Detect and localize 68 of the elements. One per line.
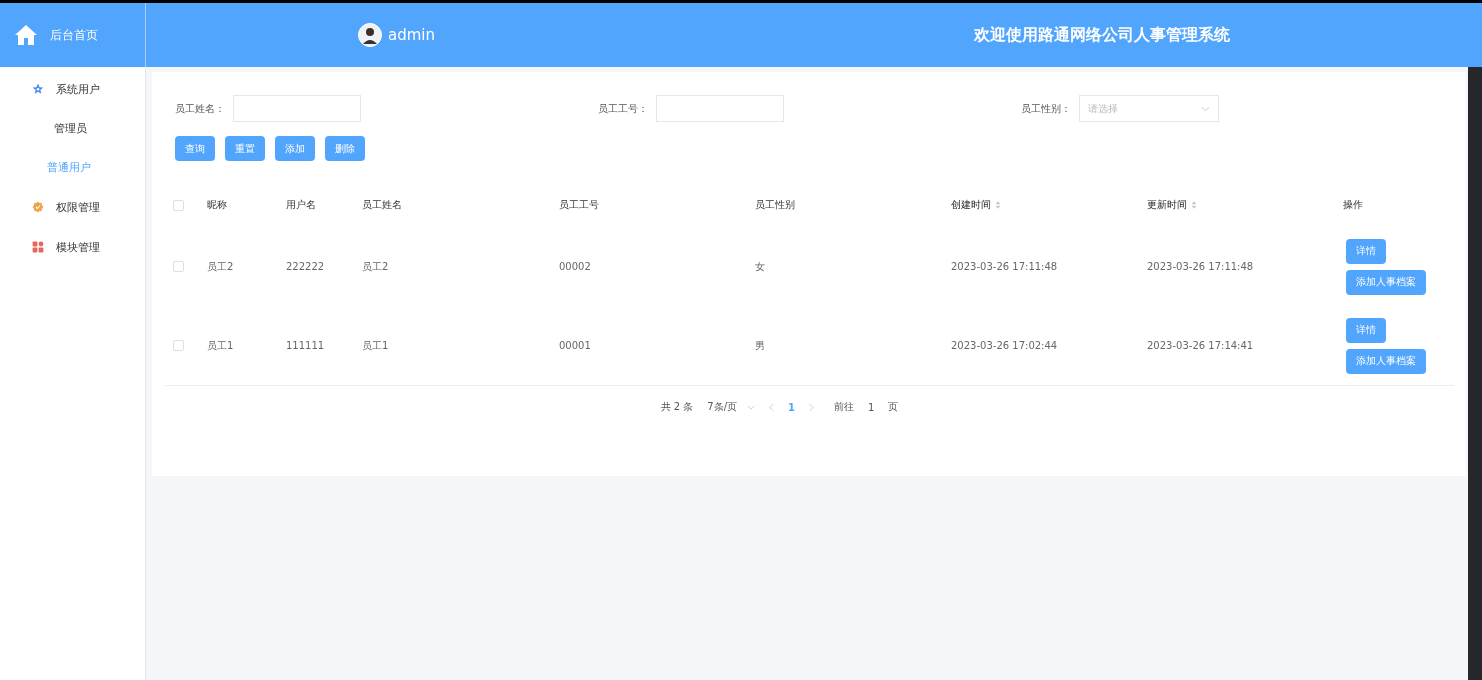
table-cell: 2023-03-26 17:11:48 [1147,261,1254,272]
menu-label: 系统用户 [56,81,100,97]
page-size-select[interactable]: 7条/页 [707,400,756,414]
filter-label: 员工工号： [598,101,649,116]
table-cell: 员工2 [362,259,389,274]
column-header: 昵称 [207,198,227,212]
table-cell: 111111 [286,340,325,351]
system-title: 欢迎使用路通网络公司人事管理系统 [974,24,1230,46]
column-header[interactable]: 更新时间 [1147,198,1187,212]
avatar-icon[interactable] [358,23,382,47]
table-cell: 00002 [559,261,591,272]
row-action-button[interactable]: 详情 [1346,317,1386,343]
menu-item[interactable]: 系统用户 [0,69,145,109]
table-cell: 员工1 [207,338,234,353]
menu-label: 权限管理 [56,199,100,215]
checkbox[interactable] [173,340,184,351]
action-button[interactable]: 查询 [175,136,215,161]
table-cell: 00001 [559,340,591,351]
sort-icon[interactable] [995,200,1001,210]
chevron-down-icon [747,404,756,410]
page-suffix: 页 [888,400,899,414]
grid-icon [32,241,44,253]
checkbox[interactable] [173,199,184,211]
column-header: 操作 [1343,198,1363,212]
home-icon[interactable] [14,24,38,46]
table-cell: 员工1 [362,338,389,353]
table-cell: 员工2 [207,259,234,274]
badge-icon [32,201,44,213]
table-cell: 男 [755,338,765,353]
checkbox[interactable] [173,261,184,272]
page-number[interactable]: 1 [788,401,796,413]
menu-item[interactable]: 权限管理 [0,187,145,227]
menu-label: 模块管理 [56,239,100,255]
total-count: 共 2 条 [660,400,694,414]
input-field[interactable] [656,95,784,122]
next-page-icon[interactable] [809,402,815,412]
row-action-button[interactable]: 添加人事档案 [1346,348,1426,374]
row-action-button[interactable]: 详情 [1346,238,1386,264]
table-cell: 女 [755,259,765,274]
submenu-item[interactable]: 普通用户 [0,148,145,187]
goto-label: 前往 [834,400,855,414]
column-header[interactable]: 创建时间 [951,198,991,212]
table-cell: 2023-03-26 17:14:41 [1147,340,1254,351]
action-button[interactable]: 添加 [275,136,315,161]
filter-label: 员工性别： [1021,101,1072,116]
table-cell: 222222 [286,261,325,272]
select-field[interactable]: 请选择 [1079,95,1219,122]
input-field[interactable] [233,95,361,122]
row-action-button[interactable]: 添加人事档案 [1346,269,1426,295]
table-cell: 2023-03-26 17:02:44 [951,340,1058,351]
submenu-item[interactable]: 管理员 [0,109,145,148]
column-header: 员工姓名 [362,198,402,212]
page-input[interactable]: 1 [868,401,875,413]
menu-item[interactable]: 模块管理 [0,227,145,267]
table-cell: 2023-03-26 17:11:48 [951,261,1058,272]
action-button[interactable]: 重置 [225,136,265,161]
user-name[interactable]: admin [388,26,435,44]
sort-icon[interactable] [1191,200,1197,210]
column-header: 员工性别 [755,198,795,212]
filter-label: 员工姓名： [175,101,226,116]
column-header: 员工工号 [559,198,599,212]
chevron-down-icon [1201,105,1210,112]
home-link[interactable]: 后台首页 [50,26,98,44]
prev-page-icon[interactable] [769,402,775,412]
star-icon [32,83,44,95]
column-header: 用户名 [286,198,316,212]
scrollbar[interactable] [1468,67,1482,680]
action-button[interactable]: 删除 [325,136,365,161]
